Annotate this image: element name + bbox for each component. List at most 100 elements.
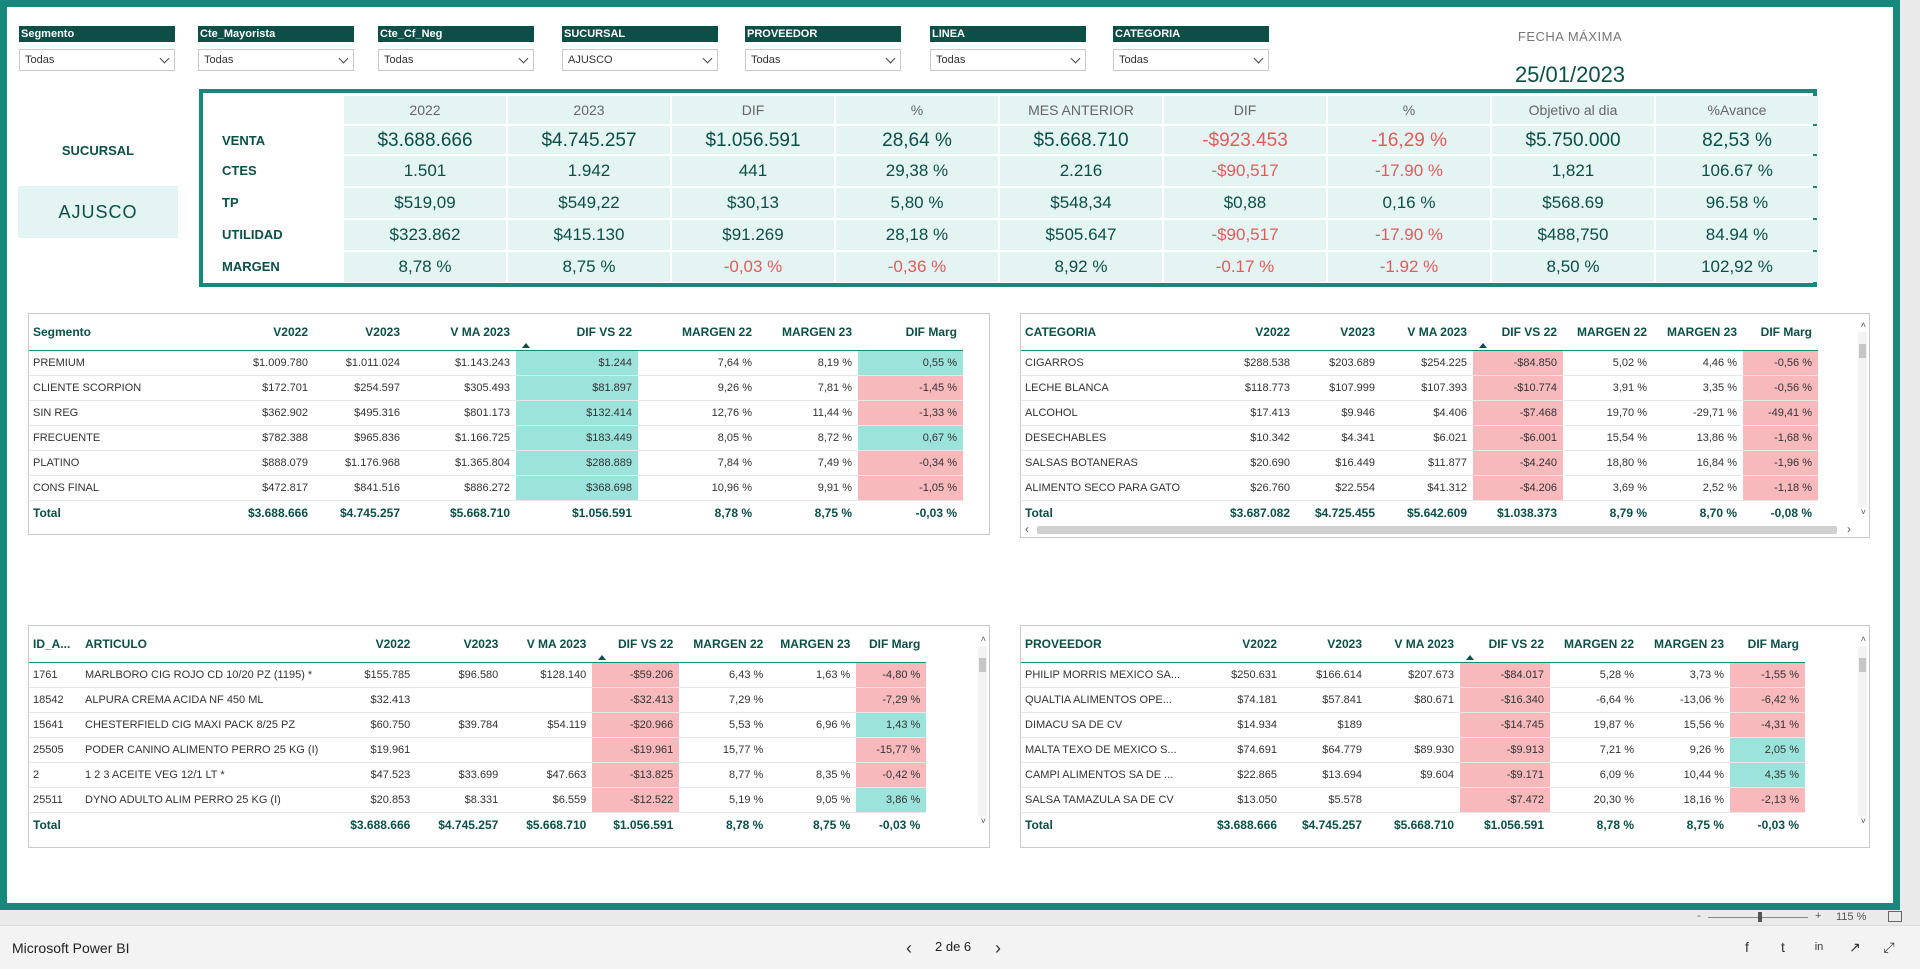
table-row[interactable]: 21 2 3 ACEITE VEG 12/1 LT * $47.523 $33.69… bbox=[29, 762, 927, 788]
scroll-right-icon[interactable]: › bbox=[1847, 522, 1851, 536]
table-row[interactable]: SALSAS BOTANERAS $20.690 $16.449 $11.877 -$4… bbox=[1021, 450, 1818, 476]
scrollbar-thumb[interactable] bbox=[1859, 344, 1866, 358]
vertical-scrollbar[interactable] bbox=[1858, 646, 1867, 816]
vertical-scrollbar[interactable] bbox=[1858, 332, 1867, 507]
column-header[interactable]: V MA 2023 bbox=[406, 314, 516, 350]
column-header[interactable]: MARGEN 22 bbox=[679, 626, 769, 662]
scrollbar-thumb[interactable] bbox=[1859, 658, 1866, 672]
column-header[interactable]: MARGEN 22 bbox=[638, 314, 758, 350]
column-header[interactable]: V2023 bbox=[416, 626, 504, 662]
column-header[interactable]: MARGEN 23 bbox=[769, 626, 856, 662]
linkedin-icon[interactable]: in bbox=[1810, 938, 1828, 956]
column-header[interactable]: V2023 bbox=[1283, 626, 1368, 662]
table-row[interactable]: CLIENTE SCORPION $172.701 $254.597 $305.493… bbox=[29, 375, 963, 401]
previous-page-icon[interactable]: ‹ bbox=[906, 938, 912, 959]
column-header[interactable]: MARGEN 22 bbox=[1563, 314, 1653, 350]
column-header[interactable]: DIF VS 22 bbox=[516, 314, 638, 350]
total-cell: $4.745.257 bbox=[314, 499, 406, 526]
filter-dropdown[interactable]: Todas bbox=[745, 49, 901, 71]
table-row[interactable]: CIGARROS $288.538 $203.689 $254.225 -$84.850… bbox=[1021, 350, 1818, 376]
table-row[interactable]: 15641 CHESTERFIELD CIG MAXI PACK 8/25 PZ $… bbox=[29, 712, 927, 738]
column-header[interactable]: MARGEN 23 bbox=[1653, 314, 1743, 350]
table-row[interactable]: DIMACU SA DE CV $14.934 $189 -$14.745 19,87 … bbox=[1021, 712, 1805, 738]
twitter-icon[interactable]: t bbox=[1774, 938, 1792, 956]
next-page-icon[interactable]: › bbox=[995, 938, 1001, 959]
column-header[interactable]: PROVEEDOR bbox=[1021, 626, 1203, 662]
categoria-table[interactable]: CATEGORIA V2022 V2023 V MA 2023 DIF VS 22 MAR… bbox=[1020, 313, 1870, 538]
share-icon[interactable]: ↗ bbox=[1846, 938, 1864, 956]
table-row[interactable]: LECHE BLANCA $118.773 $107.999 $107.393 -$10… bbox=[1021, 375, 1818, 401]
scroll-down-icon[interactable]: ˅ bbox=[1861, 507, 1866, 517]
scroll-left-icon[interactable]: ‹ bbox=[1025, 522, 1029, 536]
table-row[interactable]: SALSA TAMAZULA SA DE CV $13.050 $5.578 -$7.… bbox=[1021, 787, 1805, 813]
column-header[interactable]: V2023 bbox=[1296, 314, 1381, 350]
table-cell: $1.166.725 bbox=[406, 425, 516, 451]
table-row[interactable]: DESECHABLES $10.342 $4.341 $6.021 -$6.001 15,… bbox=[1021, 425, 1818, 451]
horizontal-scrollbar[interactable] bbox=[1037, 526, 1837, 534]
zoom-out-button[interactable]: - bbox=[1697, 910, 1701, 922]
table-cell: 13,86 % bbox=[1653, 425, 1743, 451]
zoom-slider-thumb[interactable] bbox=[1758, 912, 1762, 922]
column-header[interactable]: DIF Marg bbox=[858, 314, 963, 350]
scrollbar-thumb[interactable] bbox=[979, 658, 986, 672]
column-header[interactable]: V MA 2023 bbox=[504, 626, 592, 662]
column-header[interactable]: V2022 bbox=[1216, 314, 1296, 350]
table-row[interactable]: MALTA TEXO DE MEXICO S... $74.691 $64.779 $… bbox=[1021, 737, 1805, 763]
filter-dropdown[interactable]: Todas bbox=[19, 49, 175, 71]
table-row[interactable]: CONS FINAL $472.817 $841.516 $886.272 $368.6… bbox=[29, 475, 963, 501]
table-row[interactable]: QUALTIA ALIMENTOS OPE... $74.181 $57.841 $8… bbox=[1021, 687, 1805, 713]
column-header[interactable]: V2022 bbox=[324, 626, 416, 662]
facebook-icon[interactable]: f bbox=[1738, 938, 1756, 956]
filter-dropdown[interactable]: AJUSCO bbox=[562, 49, 718, 71]
column-header[interactable]: DIF Marg bbox=[856, 626, 926, 662]
table-row[interactable]: 25505 PODER CANINO ALIMENTO PERRO 25 KG (… bbox=[29, 737, 927, 763]
table-row[interactable]: PLATINO $888.079 $1.176.968 $1.365.804 $288.… bbox=[29, 450, 963, 476]
fit-page-icon[interactable] bbox=[1888, 911, 1902, 922]
filter-dropdown[interactable]: Todas bbox=[1113, 49, 1269, 71]
fullscreen-icon[interactable]: ⤢ bbox=[1880, 938, 1898, 956]
column-header[interactable]: DIF Marg bbox=[1743, 314, 1818, 350]
scroll-down-icon[interactable]: ˅ bbox=[1861, 816, 1866, 826]
table-row[interactable]: FRECUENTE $782.388 $965.836 $1.166.725 $183.… bbox=[29, 425, 963, 451]
column-header[interactable]: DIF Marg bbox=[1730, 626, 1805, 662]
column-header[interactable]: V MA 2023 bbox=[1368, 626, 1460, 662]
table-row[interactable]: PREMIUM $1.009.780 $1.011.024 $1.143.243 $1.… bbox=[29, 350, 963, 376]
scroll-up-icon[interactable]: ˄ bbox=[1861, 320, 1866, 330]
filter-dropdown[interactable]: Todas bbox=[378, 49, 534, 71]
scroll-up-icon[interactable]: ˄ bbox=[1861, 634, 1866, 644]
table-row[interactable]: 18542 ALPURA CREMA ACIDA NF 450 ML $32.413… bbox=[29, 687, 927, 713]
table-cell: $841.516 bbox=[314, 475, 406, 501]
table-row[interactable]: 1761 MARLBORO CIG ROJO CD 10/20 PZ (1195)… bbox=[29, 662, 927, 688]
column-header[interactable]: V2022 bbox=[209, 314, 314, 350]
table-row[interactable]: SIN REG $362.902 $495.316 $801.173 $132.414 1… bbox=[29, 400, 963, 426]
column-header[interactable]: Segmento bbox=[29, 314, 209, 350]
column-header[interactable]: MARGEN 23 bbox=[1640, 626, 1730, 662]
column-header[interactable]: DIF VS 22 bbox=[1473, 314, 1563, 350]
filter-dropdown[interactable]: Todas bbox=[930, 49, 1086, 71]
scroll-down-icon[interactable]: ˅ bbox=[981, 816, 986, 826]
proveedor-table[interactable]: PROVEEDOR V2022 V2023 V MA 2023 DIF VS 22 MAR… bbox=[1020, 625, 1870, 848]
column-header[interactable]: ARTICULO bbox=[81, 626, 324, 662]
column-header[interactable]: V2022 bbox=[1203, 626, 1283, 662]
kpi-row-label: VENTA bbox=[222, 133, 266, 148]
column-header[interactable]: MARGEN 22 bbox=[1550, 626, 1640, 662]
table-row[interactable]: 25511 DYNO ADULTO ALIM PERRO 25 KG (I) $20… bbox=[29, 787, 927, 813]
zoom-in-button[interactable]: + bbox=[1815, 910, 1821, 922]
column-header[interactable]: DIF VS 22 bbox=[592, 626, 679, 662]
segmento-table[interactable]: Segmento V2022 V2023 V MA 2023 DIF VS 22 MARG… bbox=[28, 313, 990, 535]
column-header[interactable]: MARGEN 23 bbox=[758, 314, 858, 350]
column-header[interactable]: CATEGORIA bbox=[1021, 314, 1216, 350]
table-row[interactable]: ALIMENTO SECO PARA GATO $26.760 $22.554 $41… bbox=[1021, 475, 1818, 501]
table-row[interactable]: ALCOHOL $17.413 $9.946 $4.406 -$7.468 19,70 %… bbox=[1021, 400, 1818, 426]
column-header[interactable]: V2023 bbox=[314, 314, 406, 350]
column-header[interactable]: V MA 2023 bbox=[1381, 314, 1473, 350]
table-row[interactable]: PHILIP MORRIS MEXICO SA... $250.631 $166.6… bbox=[1021, 662, 1805, 688]
sort-asc-icon bbox=[522, 342, 530, 348]
articulo-table[interactable]: ID_A... ARTICULO V2022 V2023 V MA 2023 DIF VS… bbox=[28, 625, 990, 848]
table-row[interactable]: CAMPI ALIMENTOS SA DE ... $22.865 $13.694 $… bbox=[1021, 762, 1805, 788]
scroll-up-icon[interactable]: ˄ bbox=[981, 634, 986, 644]
column-header[interactable]: DIF VS 22 bbox=[1460, 626, 1550, 662]
filter-dropdown[interactable]: Todas bbox=[198, 49, 354, 71]
vertical-scrollbar[interactable] bbox=[978, 646, 987, 816]
column-header[interactable]: ID_A... bbox=[29, 626, 81, 662]
